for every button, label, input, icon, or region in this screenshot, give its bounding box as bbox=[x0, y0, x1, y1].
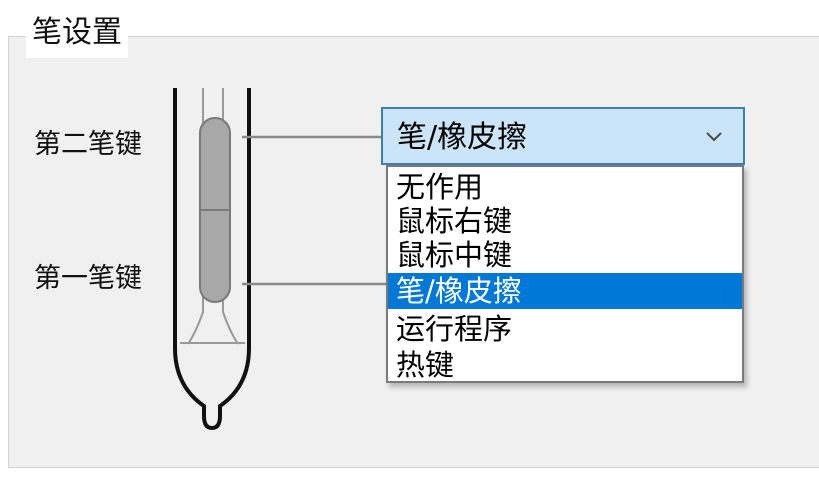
upper-button-combobox[interactable]: 笔/橡皮擦 bbox=[381, 107, 745, 165]
dropdown-item-right-click[interactable]: 鼠标右键 bbox=[388, 203, 742, 239]
combobox-value: 笔/橡皮擦 bbox=[397, 120, 528, 155]
dropdown-item-run-program[interactable]: 运行程序 bbox=[388, 311, 742, 347]
chevron-down-icon bbox=[706, 132, 722, 142]
button-function-dropdown: 无作用 鼠标右键 鼠标中键 笔/橡皮擦 运行程序 热键 bbox=[386, 165, 744, 383]
dropdown-item-no-action[interactable]: 无作用 bbox=[388, 169, 742, 205]
group-title: 笔设置 bbox=[26, 8, 128, 58]
lower-button-label: 第一笔键 bbox=[34, 263, 142, 294]
upper-button-label: 第二笔键 bbox=[34, 129, 142, 160]
dropdown-item-middle-click[interactable]: 鼠标中键 bbox=[388, 237, 742, 273]
pen-illustration bbox=[173, 88, 386, 430]
dropdown-item-pen-eraser[interactable]: 笔/橡皮擦 bbox=[388, 273, 742, 309]
dropdown-item-hotkey[interactable]: 热键 bbox=[388, 347, 742, 381]
